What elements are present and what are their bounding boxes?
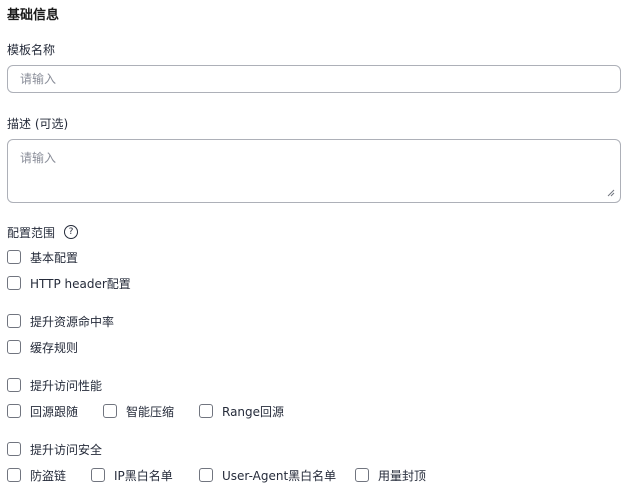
checkbox-label: 提升访问性能 (30, 378, 103, 393)
checkbox-box[interactable] (7, 250, 21, 264)
checkbox-box[interactable] (7, 442, 21, 456)
scope-label: 配置范围 (7, 226, 56, 240)
checkbox-label: 智能压缩 (126, 404, 175, 419)
checkbox-range-origin[interactable]: Range回源 (199, 403, 284, 419)
checkbox-security[interactable]: 提升访问安全 (7, 441, 102, 457)
checkbox-origin-follow[interactable]: 回源跟随 (7, 403, 78, 419)
checkbox-label: IP黑白名单 (114, 468, 173, 483)
checkbox-hit-rate[interactable]: 提升资源命中率 (7, 313, 114, 329)
checkbox-box[interactable] (7, 468, 21, 482)
checkbox-box[interactable] (103, 404, 117, 418)
checkbox-http-header-config[interactable]: HTTP header配置 (7, 275, 131, 291)
help-circle-icon[interactable]: ? (64, 225, 78, 239)
checkbox-cache-rules[interactable]: 缓存规则 (7, 339, 78, 355)
checkbox-box[interactable] (355, 468, 369, 482)
checkbox-usage-cap[interactable]: 用量封顶 (355, 467, 426, 483)
checkbox-label: 提升资源命中率 (30, 314, 115, 329)
checkbox-box[interactable] (199, 404, 213, 418)
template-name-input[interactable] (7, 65, 621, 93)
checkbox-box[interactable] (7, 314, 21, 328)
checkbox-label: User-Agent黑白名单 (222, 468, 337, 483)
checkbox-user-agent-list[interactable]: User-Agent黑白名单 (199, 467, 336, 483)
description-label: 描述 (可选) (7, 117, 69, 131)
checkbox-label: 缓存规则 (30, 340, 79, 355)
description-textarea[interactable] (7, 139, 621, 203)
checkbox-label: 基本配置 (30, 250, 79, 265)
checkbox-basic-config[interactable]: 基本配置 (7, 249, 78, 265)
template-name-label: 模板名称 (7, 43, 56, 57)
checkbox-box[interactable] (7, 378, 21, 392)
checkbox-smart-compress[interactable]: 智能压缩 (103, 403, 174, 419)
checkbox-label: Range回源 (222, 404, 285, 419)
resize-handle-icon[interactable] (607, 189, 615, 197)
checkbox-box[interactable] (199, 468, 213, 482)
checkbox-label: 回源跟随 (30, 404, 79, 419)
checkbox-performance[interactable]: 提升访问性能 (7, 377, 102, 393)
checkbox-box[interactable] (7, 276, 21, 290)
checkbox-label: 用量封顶 (378, 468, 427, 483)
section-title: 基础信息 (7, 8, 60, 23)
checkbox-label: 防盗链 (30, 468, 67, 483)
checkbox-box[interactable] (7, 340, 21, 354)
checkbox-ip-list[interactable]: IP黑白名单 (91, 467, 173, 483)
checkbox-box[interactable] (91, 468, 105, 482)
checkbox-label: 提升访问安全 (30, 442, 103, 457)
checkbox-box[interactable] (7, 404, 21, 418)
checkbox-label: HTTP header配置 (30, 276, 131, 291)
checkbox-hotlink-protection[interactable]: 防盗链 (7, 467, 66, 483)
